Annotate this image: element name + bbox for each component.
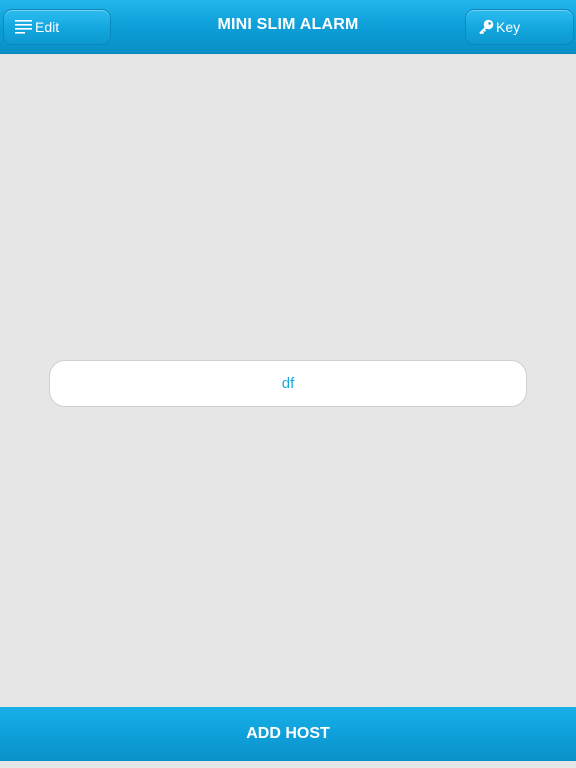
key-button-label: Key	[496, 19, 521, 35]
add-host-label: ADD HOST	[246, 725, 330, 742]
bottom-strip	[0, 761, 576, 768]
key-button[interactable]: Key	[465, 9, 574, 45]
add-host-button[interactable]: ADD HOST	[0, 707, 576, 761]
top-navigation-bar: Edit MINI SLIM ALARM Key	[0, 0, 576, 54]
app-screen: Edit MINI SLIM ALARM Key df ADD HOST	[0, 0, 576, 768]
key-icon	[478, 19, 494, 35]
host-name: df	[281, 375, 295, 392]
host-list-item[interactable]: df	[49, 360, 527, 407]
